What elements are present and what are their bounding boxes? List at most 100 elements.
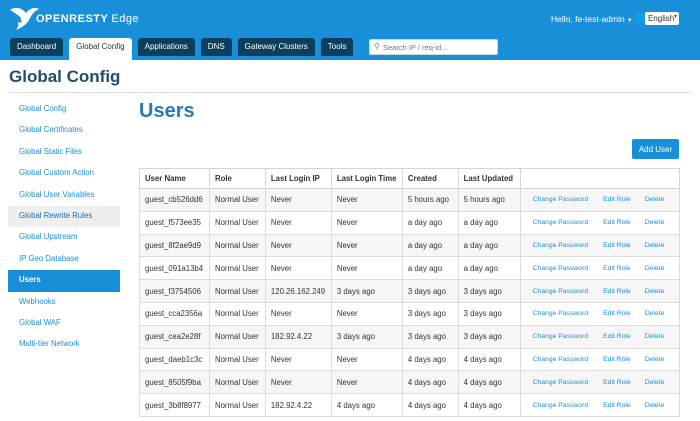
sidebar-item-webhooks[interactable]: Webhooks [8,292,120,313]
row-actions: Change Password Edit Role Delete [519,370,681,395]
sidebar-item-global-rewrite-rules[interactable]: Global Rewrite Rules [8,205,120,228]
change-password-link[interactable]: Change Password [533,196,589,203]
row-actions: Change Password Edit Role Delete [519,210,681,235]
tab-tools[interactable]: Tools [320,38,354,56]
table-cell: 4 days ago [401,370,459,395]
chevron-down-icon: ▾ [673,14,677,20]
sidebar-item-global-certificates[interactable]: Global Certificates [8,120,120,141]
tab-dashboard[interactable]: Dashboard [10,38,64,56]
delete-link[interactable]: Delete [645,356,665,363]
top-header: OPENRESTY Edge Hello, fe-test-admin ▼ 🌐 En… [0,0,700,60]
sidebar-item-multi-tier-network[interactable]: Multi-tier Network [8,334,120,355]
change-password-link[interactable]: Change Password [533,242,589,249]
edit-role-link[interactable]: Edit Role [603,219,631,226]
edit-role-link[interactable]: Edit Role [603,333,631,340]
row-actions: Change Password Edit Role Delete [519,256,681,281]
delete-link[interactable]: Delete [645,310,665,317]
table-cell: guest_8f2ae9d9 [139,233,210,258]
tab-gateway-clusters[interactable]: Gateway Clusters [237,38,315,56]
sidebar-item-global-user-variables[interactable]: Global User Variables [8,185,120,206]
sidebar-item-global-waf[interactable]: Global WAF [8,313,120,334]
column-header: Last Login Time [330,168,403,189]
table-cell: Never [264,188,332,212]
table-cell: Never [264,347,332,372]
table-cell: 182.92.4.22 [264,393,332,417]
sidebar-item-ip-geo-database[interactable]: IP Geo Database [8,249,120,270]
tab-dns[interactable]: DNS [200,38,232,56]
edit-role-link[interactable]: Edit Role [603,288,631,295]
tab-applications[interactable]: Applications [137,38,195,56]
sidebar-item-users[interactable]: Users [8,270,120,292]
table-cell: Never [330,210,403,235]
delete-link[interactable]: Delete [645,196,665,203]
delete-link[interactable]: Delete [645,288,665,295]
table-cell: 4 days ago [330,393,403,417]
table-row: guest_091a13b4 Normal User Never Never a day… [139,256,681,281]
table-cell: Never [264,301,332,326]
user-menu[interactable]: Hello, fe-test-admin ▼ [551,14,633,24]
tab-global-config[interactable]: Global Config [69,38,132,60]
row-actions: Change Password Edit Role Delete [519,233,681,258]
edit-role-link[interactable]: Edit Role [603,379,631,386]
row-actions: Change Password Edit Role Delete [519,301,681,326]
table-cell: Never [330,347,403,372]
table-cell: 3 days ago [457,301,521,326]
table-cell: Never [264,370,332,395]
table-cell: guest_091a13b4 [139,256,210,281]
change-password-link[interactable]: Change Password [533,219,589,226]
table-row: guest_cb526dd6 Normal User Never Never 5 hou… [139,188,681,212]
table-cell: Never [264,256,332,281]
change-password-link[interactable]: Change Password [533,379,589,386]
sidebar: Global Config Global Certificates Global S… [8,99,120,356]
delete-link[interactable]: Delete [645,333,665,340]
change-password-link[interactable]: Change Password [533,402,589,409]
caret-down-icon: ▼ [626,18,633,24]
table-cell: Never [264,210,332,235]
table-cell: 182.92.4.22 [264,324,332,349]
delete-link[interactable]: Delete [645,242,665,249]
globe-icon: 🌐 [634,13,646,23]
change-password-link[interactable]: Change Password [533,265,589,272]
sidebar-item-global-custom-action[interactable]: Global Custom Action [8,163,120,184]
section-title: Users [139,100,195,122]
delete-link[interactable]: Delete [645,265,665,272]
brand-name: OPENRESTY [36,13,109,25]
delete-link[interactable]: Delete [645,379,665,386]
delete-link[interactable]: Delete [645,219,665,226]
table-cell: a day ago [457,210,521,235]
edit-role-link[interactable]: Edit Role [603,265,631,272]
change-password-link[interactable]: Change Password [533,288,589,295]
row-actions: Change Password Edit Role Delete [519,279,681,303]
table-cell: guest_8505f9ba [139,370,210,395]
table-cell: Normal User [208,279,266,303]
table-cell: a day ago [401,256,459,281]
edit-role-link[interactable]: Edit Role [603,402,631,409]
search-input[interactable] [383,41,495,53]
change-password-link[interactable]: Change Password [533,333,589,340]
table-cell: 3 days ago [401,279,459,303]
search-box[interactable]: ⚲ [369,39,498,55]
edit-role-link[interactable]: Edit Role [603,242,631,249]
table-cell: Normal User [208,210,266,235]
search-icon: ⚲ [374,42,380,51]
edit-role-link[interactable]: Edit Role [603,310,631,317]
page-title: Global Config [9,67,121,86]
table-cell: 3 days ago [330,279,403,303]
table-cell: a day ago [457,233,521,258]
add-user-button[interactable]: Add User [632,139,679,159]
column-header: User Name [139,168,210,189]
delete-link[interactable]: Delete [645,402,665,409]
row-actions: Change Password Edit Role Delete [519,347,681,372]
table-cell: a day ago [457,256,521,281]
sidebar-item-global-config[interactable]: Global Config [8,99,120,120]
table-cell: Normal User [208,188,266,212]
change-password-link[interactable]: Change Password [533,310,589,317]
change-password-link[interactable]: Change Password [533,356,589,363]
language-select[interactable]: English ▾ [645,12,679,25]
edit-role-link[interactable]: Edit Role [603,196,631,203]
sidebar-item-global-static-files[interactable]: Global Static Files [8,142,120,163]
table-row: guest_daeb1c3c Normal User Never Never 4 day… [139,347,681,372]
edit-role-link[interactable]: Edit Role [603,356,631,363]
sidebar-item-global-upstream[interactable]: Global Upstream [8,227,120,248]
brand-logo[interactable]: OPENRESTY Edge [8,4,148,32]
